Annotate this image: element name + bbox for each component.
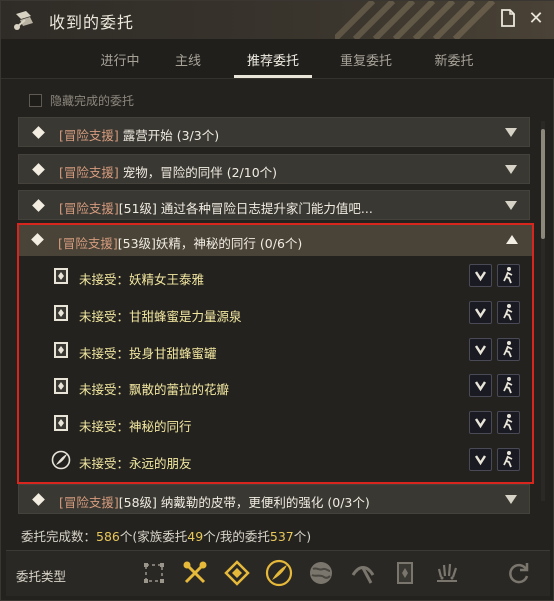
subquest-name: 神秘的同行 xyxy=(129,419,192,434)
quest-title: [58级] 纳戴勒的皮带，更便利的强化 (0/3个) xyxy=(118,495,370,510)
walk-button[interactable] xyxy=(497,301,520,324)
feather-emblem-icon[interactable] xyxy=(265,559,293,587)
pickaxe-icon[interactable] xyxy=(349,559,377,587)
count-prefix: 委托完成数： xyxy=(21,529,97,544)
tab-main[interactable]: 主线 xyxy=(143,50,233,69)
chevron-down-button[interactable] xyxy=(469,264,492,287)
title-bar: 收到的委托 ✕ xyxy=(1,1,554,39)
subquest-row[interactable]: 未接受：投身甘甜蜂蜜罐 xyxy=(51,337,526,365)
tab-bar: 进行中 主线 推荐委托 重复委托 新委托 xyxy=(1,39,554,79)
scrollbar-thumb[interactable] xyxy=(541,129,545,239)
window-title: 收到的委托 xyxy=(49,13,135,32)
quest-title: [51级] 通过各种冒险日志提升家门能力值吧... xyxy=(118,201,373,216)
diamond-icon xyxy=(32,199,45,212)
subquest-name: 永远的朋友 xyxy=(129,456,192,471)
quest-tag: [冒险支援] xyxy=(59,201,119,216)
title-decoration xyxy=(335,1,495,39)
quest-row[interactable]: [冒险支援][51级] 通过各种冒险日志提升家门能力值吧... xyxy=(18,190,530,220)
feather-emblem-icon xyxy=(51,450,71,470)
expand-arrow-icon[interactable] xyxy=(505,495,517,504)
walk-button[interactable] xyxy=(497,411,520,434)
count-mid1: 个(家族委托 xyxy=(119,529,188,544)
walk-button[interactable] xyxy=(497,374,520,397)
walk-button[interactable] xyxy=(497,338,520,361)
tab-new[interactable]: 新委托 xyxy=(409,50,499,69)
refresh-icon[interactable] xyxy=(505,559,533,587)
tab-repeat[interactable]: 重复委托 xyxy=(321,50,411,69)
quest-book-icon xyxy=(54,305,68,321)
walk-button[interactable] xyxy=(497,448,520,471)
chevron-down-button[interactable] xyxy=(469,448,492,471)
quest-type-bar: 委托类型 xyxy=(6,550,550,596)
count-mid2: 个/我的委托 xyxy=(203,529,270,544)
subquest-status: 未接受： xyxy=(79,346,130,361)
count-family: 49 xyxy=(187,529,204,544)
subquest-name: 甘甜蜂蜜是力量源泉 xyxy=(129,309,242,324)
chevron-down-button[interactable] xyxy=(469,374,492,397)
splash-icon[interactable] xyxy=(433,559,461,587)
chevron-down-button[interactable] xyxy=(469,338,492,361)
subquest-row[interactable]: 未接受：神秘的同行 xyxy=(51,410,526,438)
quest-tag: [冒险支援] xyxy=(59,165,119,180)
hide-completed-label: 隐藏完成的委托 xyxy=(50,93,135,108)
tab-recommended[interactable]: 推荐委托 xyxy=(228,50,318,69)
walk-button[interactable] xyxy=(497,264,520,287)
quest-book-icon xyxy=(54,378,68,394)
subquest-status: 未接受： xyxy=(79,309,130,324)
diamond-icon xyxy=(32,163,45,176)
crossed-tools-icon[interactable] xyxy=(181,559,209,587)
close-icon[interactable]: ✕ xyxy=(526,9,546,29)
globe-icon[interactable] xyxy=(307,559,335,587)
quest-book-icon xyxy=(54,415,68,431)
diamond-target-icon[interactable] xyxy=(223,559,251,587)
quest-row[interactable]: [冒险支援][58级] 纳戴勒的皮带，更便利的强化 (0/3个) xyxy=(18,484,530,514)
subquest-name: 投身甘甜蜂蜜罐 xyxy=(129,346,217,361)
subquest-status: 未接受： xyxy=(79,272,130,287)
document-icon[interactable] xyxy=(498,9,518,29)
subquest-status: 未接受： xyxy=(79,419,130,434)
subquest-row[interactable]: 未接受：飘散的蕾拉的花瓣 xyxy=(51,373,526,401)
count-mine: 537 xyxy=(269,529,294,544)
dotted-square-icon[interactable] xyxy=(140,559,168,587)
subquest-status: 未接受： xyxy=(79,382,130,397)
quest-book-icon[interactable] xyxy=(391,559,419,587)
quest-tag: [冒险支援] xyxy=(59,128,119,143)
diamond-icon xyxy=(32,126,45,139)
chevron-down-button[interactable] xyxy=(469,411,492,434)
subquest-name: 妖精女王泰雅 xyxy=(129,272,205,287)
expand-arrow-icon[interactable] xyxy=(505,165,517,174)
subquest-row[interactable]: 未接受：甘甜蜂蜜是力量源泉 xyxy=(51,300,526,328)
hide-completed-toggle[interactable]: 隐藏完成的委托 xyxy=(29,92,134,108)
quest-book-icon xyxy=(54,268,68,284)
count-total: 586 xyxy=(96,529,120,544)
scroll-icon xyxy=(14,11,33,30)
chevron-down-button[interactable] xyxy=(469,301,492,324)
quest-row[interactable]: [冒险支援] 露营开始 (3/3个) xyxy=(18,117,530,147)
active-tab-indicator xyxy=(234,75,312,78)
quest-row[interactable]: [冒险支援] 宠物，冒险的同伴 (2/10个) xyxy=(18,154,530,184)
completion-count: 委托完成数：586个(家族委托49个/我的委托537个) xyxy=(21,526,311,545)
count-suffix: 个) xyxy=(293,529,312,544)
quest-window: 收到的委托 ✕ 进行中 主线 推荐委托 重复委托 新委托 隐藏完成的委托 [冒险… xyxy=(0,0,554,601)
expand-arrow-icon[interactable] xyxy=(505,128,517,137)
quest-title: 露营开始 (3/3个) xyxy=(118,128,220,143)
diamond-icon xyxy=(32,493,45,506)
subquest-row[interactable]: 未接受：永远的朋友 xyxy=(51,447,526,475)
subquest-status: 未接受： xyxy=(79,456,130,471)
quest-book-icon xyxy=(54,342,68,358)
hide-completed-checkbox[interactable] xyxy=(29,93,42,107)
subquest-row[interactable]: 未接受：妖精女王泰雅 xyxy=(51,263,526,291)
subquest-name: 飘散的蕾拉的花瓣 xyxy=(129,382,230,397)
quest-tag: [冒险支援] xyxy=(59,495,119,510)
expand-arrow-icon[interactable] xyxy=(505,201,517,210)
quest-title: 宠物，冒险的同伴 (2/10个) xyxy=(118,165,278,180)
quest-type-label: 委托类型 xyxy=(16,569,67,584)
